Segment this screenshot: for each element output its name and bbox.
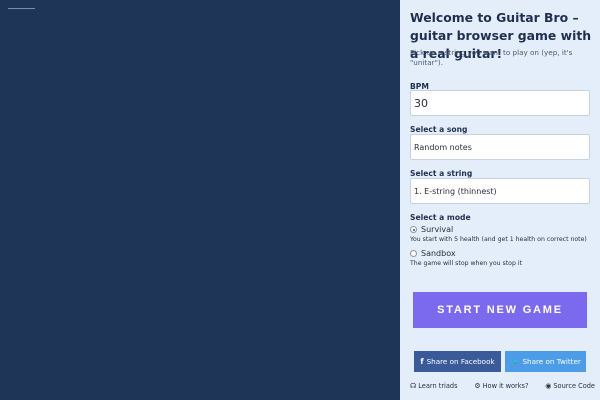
share-facebook-button[interactable]: f Share on Facebook bbox=[414, 351, 501, 372]
share-twitter-button[interactable]: 🐦 Share on Twitter bbox=[505, 351, 586, 372]
share-twitter-label: Share on Twitter bbox=[522, 357, 581, 366]
settings-panel: Welcome to Guitar Bro – guitar browser g… bbox=[400, 0, 600, 400]
how-it-works-link[interactable]: ⚙ How it works? bbox=[474, 382, 528, 390]
source-code-label: Source Code bbox=[553, 382, 595, 390]
facebook-icon: f bbox=[420, 357, 424, 366]
survival-label: Survival bbox=[421, 225, 454, 234]
cogs-icon: ⚙ bbox=[474, 382, 481, 390]
survival-radio[interactable] bbox=[410, 226, 417, 233]
song-label: Select a song bbox=[410, 125, 468, 134]
sandbox-description: The game will stop when you stop it bbox=[410, 260, 522, 267]
share-facebook-label: Share on Facebook bbox=[426, 357, 495, 366]
start-new-game-button[interactable]: START NEW GAME bbox=[413, 292, 587, 328]
survival-description: You start with 5 health (and get 1 healt… bbox=[410, 236, 587, 243]
sandbox-label: Sandbox bbox=[421, 249, 456, 258]
how-it-works-label: How it works? bbox=[482, 382, 529, 390]
mode-sandbox-option[interactable]: Sandbox bbox=[410, 249, 456, 258]
string-select[interactable]: 1. E-string (thinnest) bbox=[410, 178, 590, 204]
bpm-input[interactable]: 30 bbox=[410, 90, 590, 116]
song-select[interactable]: Random notes bbox=[410, 134, 590, 160]
progress-line bbox=[8, 8, 35, 9]
footer-links: ☊ Learn triads ⚙ How it works? ◉ Source … bbox=[410, 382, 595, 390]
github-icon: ◉ bbox=[545, 382, 552, 390]
source-code-link[interactable]: ◉ Source Code bbox=[545, 382, 595, 390]
learn-triads-link[interactable]: ☊ Learn triads bbox=[410, 382, 458, 390]
learn-triads-label: Learn triads bbox=[418, 382, 458, 390]
mode-label: Select a mode bbox=[410, 213, 471, 222]
string-label: Select a string bbox=[410, 169, 473, 178]
mode-survival-option[interactable]: Survival bbox=[410, 225, 453, 234]
twitter-icon: 🐦 bbox=[510, 357, 520, 366]
game-canvas bbox=[0, 0, 400, 400]
page-subtitle: Pick up a string you want to play on (ye… bbox=[410, 48, 573, 67]
ear-icon: ☊ bbox=[410, 382, 417, 390]
sandbox-radio[interactable] bbox=[410, 250, 417, 257]
